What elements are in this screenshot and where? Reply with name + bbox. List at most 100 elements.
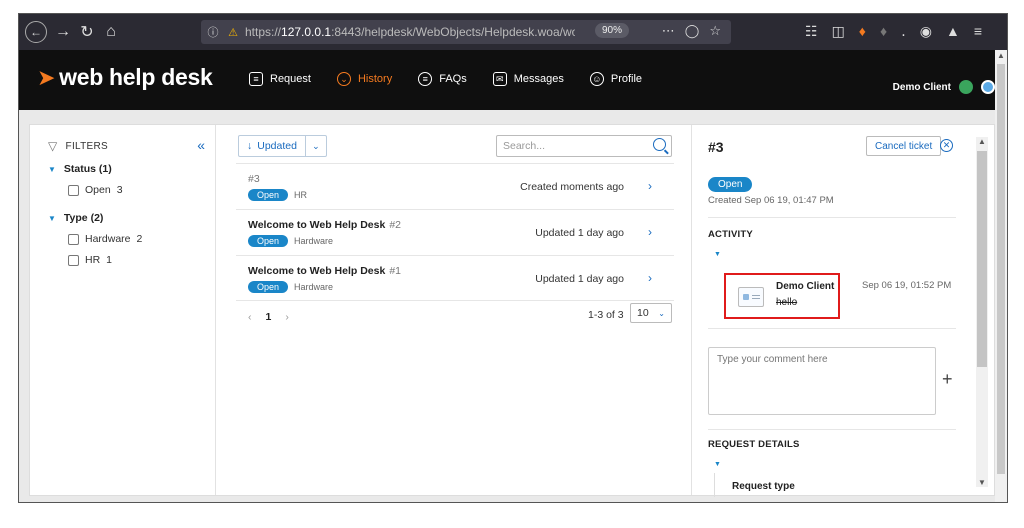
- ticket-row[interactable]: #3 Open HR Created moments ago ›: [236, 163, 674, 209]
- filter-item-hardware[interactable]: Hardware 2: [68, 233, 215, 245]
- search-icon[interactable]: [653, 138, 666, 151]
- caret-down-icon[interactable]: ▼: [714, 461, 721, 468]
- user-avatar-icon[interactable]: [981, 80, 995, 94]
- collapse-filters-icon[interactable]: «: [197, 137, 205, 153]
- extension-icon[interactable]: ♦: [859, 23, 866, 40]
- history-icon: ⌄: [336, 72, 351, 86]
- filter-item-hr[interactable]: HR 1: [68, 254, 215, 266]
- user-name[interactable]: Demo Client: [893, 82, 951, 93]
- sort-button[interactable]: ↓ Updated ⌄: [238, 135, 327, 157]
- chevron-down-icon[interactable]: ⌄: [306, 141, 326, 152]
- ticket-number: #1: [389, 265, 402, 277]
- nav-messages[interactable]: ✉ Messages: [492, 72, 564, 86]
- pocket-icon[interactable]: ◯: [685, 23, 700, 39]
- warning-lock-icon[interactable]: ⚠: [225, 26, 241, 39]
- menu-icon[interactable]: ≡: [974, 23, 982, 40]
- nav-history[interactable]: ⌄ History: [336, 72, 392, 86]
- back-icon[interactable]: ←: [25, 21, 47, 43]
- main-area: ▽ FILTERS « ▼ Status (1) Open 3 ▼ Type (…: [19, 110, 1007, 502]
- logo[interactable]: ➤ web help desk: [37, 64, 213, 91]
- extension-icon-4[interactable]: ▲: [946, 23, 960, 40]
- ticket-number: #3: [248, 173, 260, 185]
- caret-down-icon[interactable]: ▼: [714, 251, 721, 258]
- filter-item-open[interactable]: Open 3: [68, 184, 215, 196]
- cancel-ticket-button[interactable]: Cancel ticket: [866, 136, 942, 156]
- add-comment-icon[interactable]: +: [942, 369, 953, 390]
- ticket-detail: #3 Cancel ticket ✕ Open Created Sep 06 1…: [694, 125, 996, 497]
- scroll-thumb[interactable]: [977, 151, 987, 367]
- next-page-icon[interactable]: ›: [285, 311, 289, 323]
- close-icon[interactable]: ✕: [940, 139, 953, 152]
- comment-field[interactable]: [708, 347, 936, 415]
- page-scrollbar[interactable]: ▲: [995, 50, 1007, 502]
- chevron-right-icon[interactable]: ›: [648, 225, 652, 239]
- profile-icon: ☺: [589, 72, 604, 86]
- caret-down-icon: ▼: [48, 164, 56, 174]
- chevron-down-icon: ⌄: [658, 308, 665, 318]
- contact-card-icon: [738, 287, 764, 307]
- scroll-down-icon[interactable]: ▼: [976, 478, 988, 487]
- checkbox[interactable]: [68, 254, 79, 266]
- status-badge: Open: [248, 281, 289, 293]
- filter-group-title[interactable]: ▼ Status (1): [48, 163, 215, 175]
- url-text[interactable]: https://127.0.0.1:8443/helpdesk/WebObjec…: [245, 25, 575, 39]
- caret-down-icon: ▼: [48, 213, 56, 223]
- user-menu[interactable]: Demo Client: [893, 80, 995, 94]
- type-tag: HR: [294, 190, 308, 200]
- checkbox[interactable]: [68, 233, 79, 245]
- request-details-title: REQUEST DETAILS: [708, 439, 800, 450]
- status-badge: Open: [248, 189, 289, 201]
- address-bar[interactable]: ⓘ ⚠ https://127.0.0.1:8443/helpdesk/WebO…: [201, 20, 731, 44]
- sidebar-icon[interactable]: ◫: [832, 23, 845, 40]
- scroll-up-icon[interactable]: ▲: [976, 137, 988, 146]
- type-tag: Hardware: [294, 236, 334, 246]
- filter-group-status: ▼ Status (1) Open 3: [48, 163, 215, 196]
- activity-time: Sep 06 19, 01:52 PM: [862, 280, 952, 291]
- ticket-list: ↓ Updated ⌄ Search... #3 Open HR Created …: [218, 125, 692, 495]
- nav-profile[interactable]: ☺ Profile: [589, 72, 642, 86]
- chevron-right-icon[interactable]: ›: [648, 271, 652, 285]
- scroll-thumb[interactable]: [997, 64, 1005, 474]
- ticket-number: #2: [389, 219, 402, 231]
- logo-mark-icon: ➤: [37, 64, 56, 90]
- info-icon[interactable]: ⓘ: [205, 24, 221, 40]
- content-panel: ▽ FILTERS « ▼ Status (1) Open 3 ▼ Type (…: [29, 124, 996, 497]
- search-input[interactable]: Search...: [496, 135, 672, 157]
- reload-icon[interactable]: ↻: [77, 22, 97, 42]
- page-size-select[interactable]: 10 ⌄: [630, 303, 672, 323]
- ticket-title: Welcome to Web Help Desk: [248, 219, 386, 231]
- divider: [714, 473, 715, 497]
- detail-scrollbar[interactable]: ▲ ▼: [976, 137, 988, 487]
- status-badge: Open: [248, 235, 289, 247]
- home-icon[interactable]: ⌂: [101, 22, 121, 42]
- nav-faqs[interactable]: ≡ FAQs: [418, 72, 467, 86]
- divider: [708, 328, 956, 329]
- zoom-level[interactable]: 90%: [595, 23, 630, 38]
- filter-group-title[interactable]: ▼ Type (2): [48, 212, 215, 224]
- extension-icon-2[interactable]: ♦: [880, 23, 887, 40]
- bookmark-star-icon[interactable]: ☆: [709, 23, 721, 39]
- filter-funnel-icon: ▽: [48, 139, 58, 153]
- ticket-row[interactable]: Welcome to Web Help Desk #2 Open Hardware…: [236, 209, 674, 255]
- chevron-right-icon[interactable]: ›: [648, 179, 652, 193]
- current-page[interactable]: 1: [266, 311, 272, 323]
- app-header: ➤ web help desk ≡ Request ⌄ History ≡ FA…: [19, 50, 1007, 110]
- ticket-id: #3: [708, 139, 724, 155]
- forward-icon[interactable]: →: [53, 22, 73, 42]
- activity-entry[interactable]: Demo Client hello: [724, 273, 840, 319]
- activity-title: ACTIVITY: [708, 229, 753, 240]
- nav-request[interactable]: ≡ Request: [249, 72, 311, 86]
- extension-icon-3[interactable]: ․: [901, 23, 906, 40]
- page-count: 1-3 of 3: [588, 309, 624, 321]
- row-status: Updated 1 day ago: [535, 227, 624, 239]
- checkbox[interactable]: [68, 184, 79, 196]
- page-actions-icon[interactable]: ⋯: [662, 23, 675, 39]
- main-nav: ≡ Request ⌄ History ≡ FAQs ✉ Messages ☺ …: [249, 72, 642, 86]
- library-icon[interactable]: ☷: [805, 23, 818, 40]
- prev-page-icon[interactable]: ‹: [248, 311, 252, 323]
- scroll-up-icon[interactable]: ▲: [995, 51, 1007, 60]
- divider: [708, 217, 956, 218]
- filter-group-type: ▼ Type (2) Hardware 2 HR 1: [48, 212, 215, 266]
- ticket-row[interactable]: Welcome to Web Help Desk #1 Open Hardware…: [236, 255, 674, 301]
- account-icon[interactable]: ◉: [920, 23, 932, 40]
